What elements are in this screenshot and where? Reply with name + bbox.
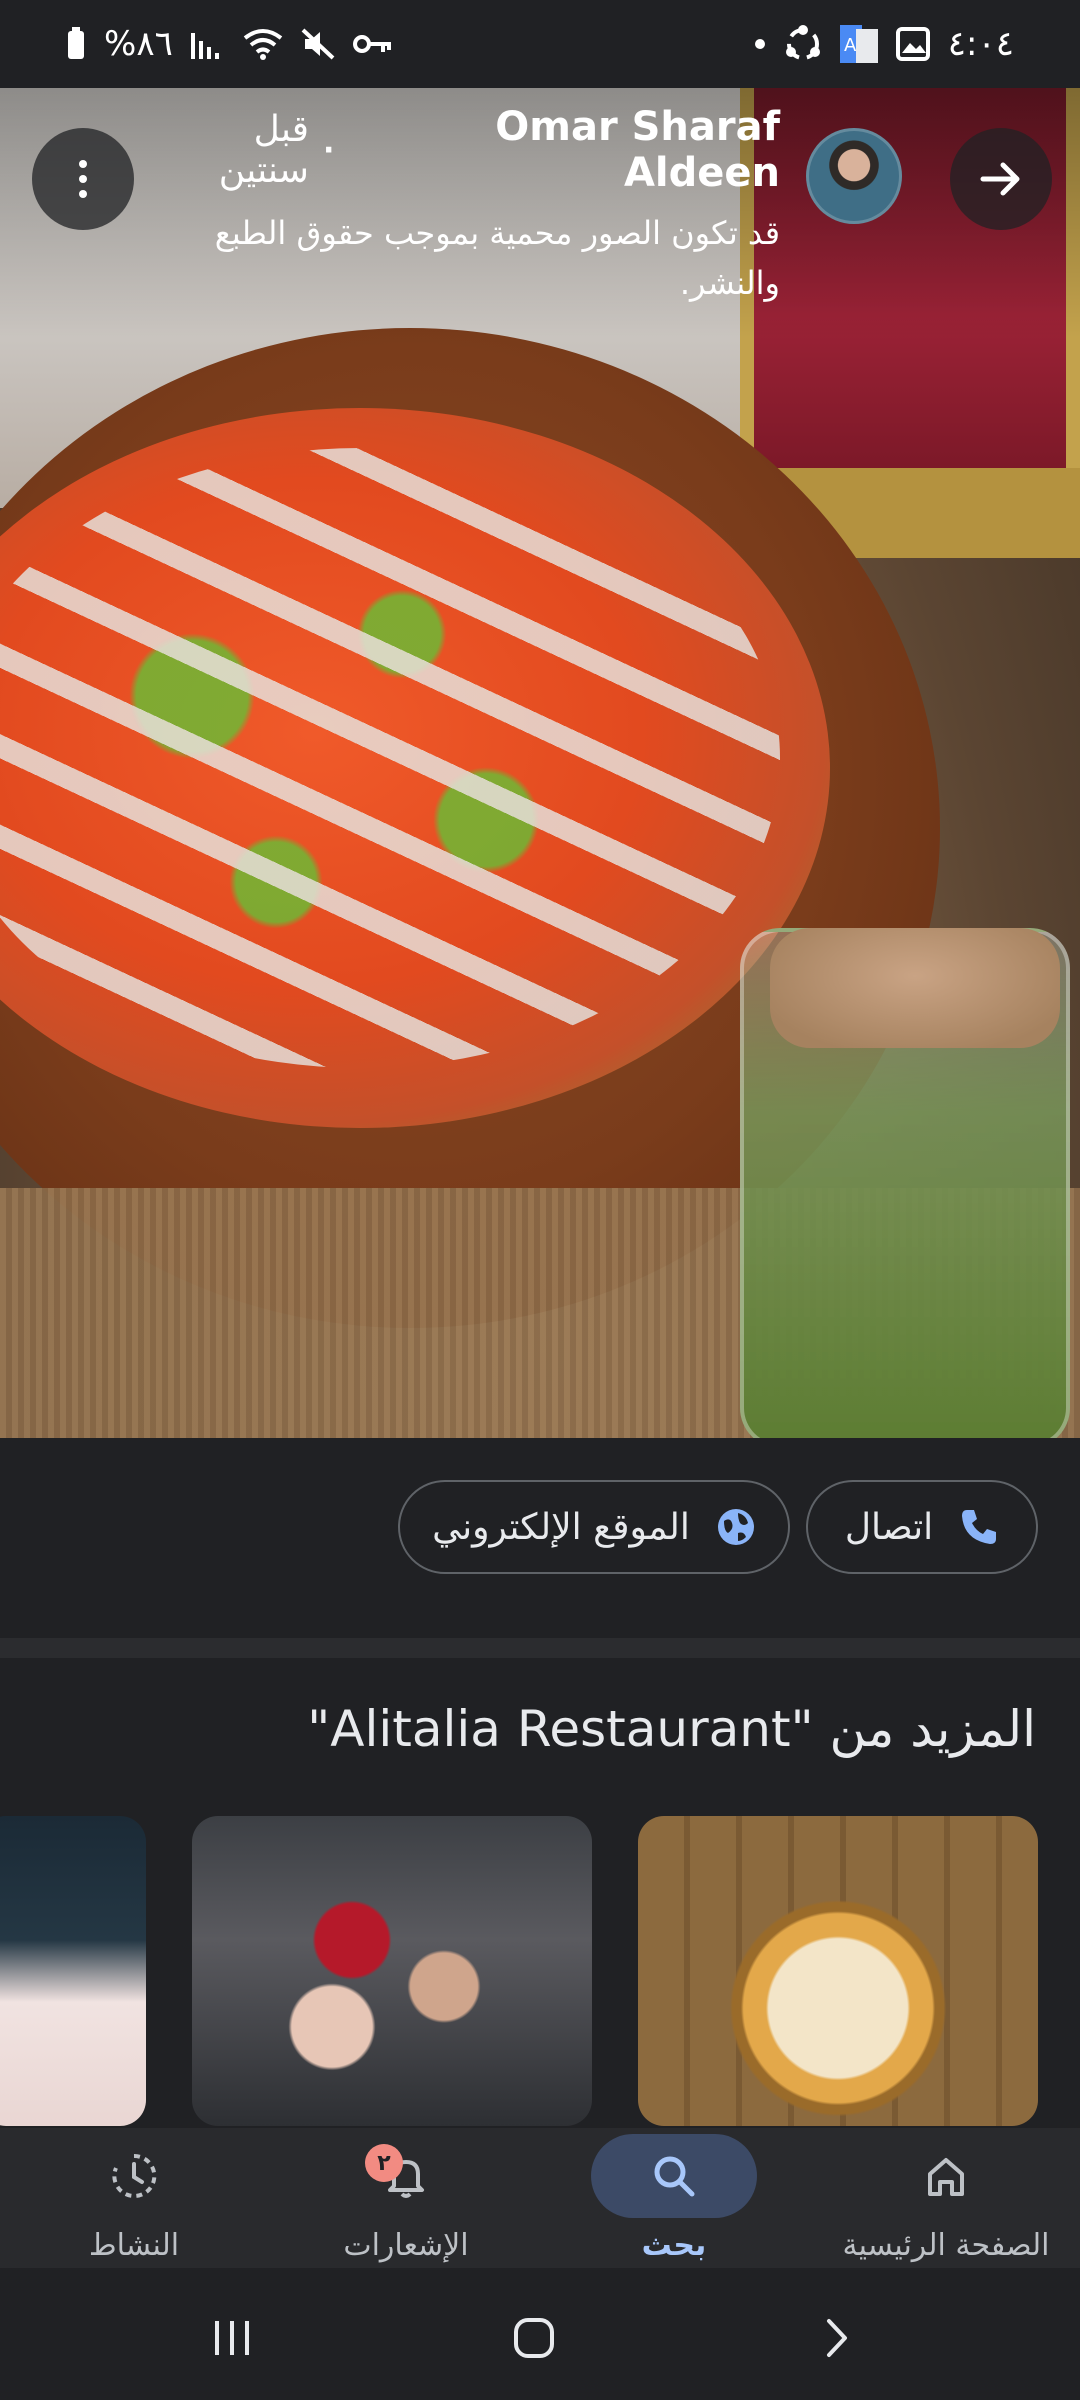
status-time: ٤:٠٤ (947, 24, 1014, 64)
author-name[interactable]: Omar Sharaf Aldeen (348, 104, 780, 196)
more-photo-partial[interactable] (0, 1816, 146, 2126)
signal-icon (190, 29, 225, 59)
svg-text:A: A (844, 35, 857, 56)
author-line: Omar Sharaf Aldeen · قبل سنتين (160, 104, 780, 196)
nav-home[interactable]: الصفحة الرئيسية (826, 2134, 1066, 2274)
nav-activity[interactable]: النشاط (14, 2134, 254, 2274)
separator: · (322, 132, 335, 168)
copyright-notice: قد تكون الصور محمية بموجب حقوق الطبع وال… (214, 214, 780, 302)
battery-percent: %٨٦ (104, 24, 173, 64)
more-from-title: المزيد من "Alitalia Restaurant" (307, 1700, 1036, 1758)
activity-clock-icon (112, 2153, 157, 2198)
nav-activity-icon-wrap (51, 2134, 217, 2218)
next-photo-button[interactable] (950, 128, 1052, 230)
more-photo-pizza[interactable] (638, 1816, 1038, 2126)
website-button[interactable]: الموقع الإلكتروني (398, 1480, 790, 1574)
globe-icon (716, 1507, 756, 1547)
photo-attribution: Omar Sharaf Aldeen · قبل سنتين قد تكون ا… (160, 104, 780, 308)
home-button[interactable] (494, 2308, 574, 2368)
home-icon (928, 2158, 964, 2196)
back-button[interactable] (796, 2308, 876, 2368)
battery-icon (66, 27, 86, 61)
notification-dot-icon (754, 38, 766, 50)
photo-time-ago: قبل سنتين (218, 109, 309, 191)
more-vert-icon (79, 160, 87, 198)
notifications-badge: ٢ (365, 2144, 403, 2182)
search-icon (654, 2156, 695, 2197)
recent-apps-icon (215, 2321, 249, 2355)
system-navigation (0, 2268, 1080, 2400)
more-photo-ice-cream[interactable] (192, 1816, 592, 2126)
nav-search-icon-wrap (591, 2134, 757, 2218)
nav-search-label: بحث (641, 2228, 707, 2263)
gallery-icon (895, 27, 930, 61)
nav-search[interactable]: بحث (554, 2134, 794, 2274)
translate-icon: A (839, 25, 878, 63)
bottom-navigation: الصفحة الرئيسية بحث ٢ الإشعارات النشاط (0, 2128, 1080, 2268)
vpn-key-icon (352, 32, 393, 56)
more-photos-strip[interactable] (0, 1816, 1080, 2126)
arrow-forward-icon (980, 162, 1020, 196)
nav-home-icon-wrap (863, 2134, 1029, 2218)
screen: %٨٦ A ٤:٠٤ Omar Sharaf Aldeen · قبل سنتي… (0, 0, 1080, 2400)
nav-activity-label: النشاط (88, 2228, 180, 2263)
nav-home-label: الصفحة الرئيسية (842, 2228, 1050, 2263)
mute-icon (301, 28, 335, 60)
wifi-icon (243, 28, 283, 60)
more-options-button[interactable] (32, 128, 134, 230)
author-avatar[interactable] (806, 128, 902, 224)
status-bar: %٨٦ A ٤:٠٤ (0, 0, 1080, 88)
status-bar-left: %٨٦ (66, 24, 393, 64)
sync-icon (784, 25, 822, 63)
nav-notifications-label: الإشعارات (343, 2228, 469, 2263)
website-label: الموقع الإلكتروني (432, 1506, 690, 1548)
phone-icon (959, 1507, 999, 1547)
call-button[interactable]: اتصال (806, 1480, 1038, 1574)
home-square-icon (514, 2318, 554, 2358)
action-buttons: اتصال الموقع الإلكتروني (0, 1480, 1080, 1580)
chevron-right-icon (827, 2319, 847, 2357)
call-label: اتصال (844, 1506, 934, 1548)
recent-apps-button[interactable] (192, 2308, 272, 2368)
nav-notifications-icon-wrap: ٢ (323, 2134, 489, 2218)
status-bar-right: A ٤:٠٤ (754, 24, 1014, 64)
nav-notifications[interactable]: ٢ الإشعارات (286, 2134, 526, 2274)
section-divider (0, 1638, 1080, 1658)
jar-cork-image (770, 928, 1060, 1048)
